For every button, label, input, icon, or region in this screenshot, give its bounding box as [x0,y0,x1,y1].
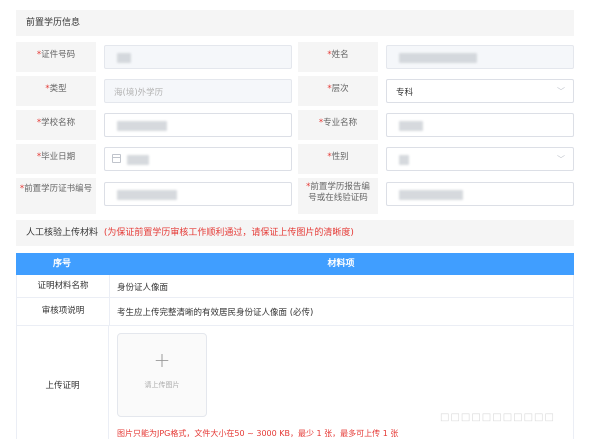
type-value: 海(境)外学历 [114,88,164,98]
level-label: *层次 [298,76,378,106]
watermark: □□□□□□□□□□□ [440,412,555,423]
materials-table-header: 序号 材料项 [16,253,574,275]
report-no-label: *前置学历报告编号或在线验证码 [298,178,378,214]
level-select[interactable]: 专科 ﹀ [386,79,574,103]
major-label: *专业名称 [298,110,378,140]
col-header-index: 序号 [52,259,71,269]
redacted-value [399,190,463,200]
cert-no-input[interactable] [104,182,292,206]
grad-date-label: *毕业日期 [16,144,96,174]
name-label: *姓名 [298,42,378,72]
image-upload-box[interactable]: + 请上传图片 [117,333,207,417]
redacted-value [127,155,149,165]
major-input[interactable] [386,113,574,137]
row-id-name: *证件号码 *姓名 [16,42,574,72]
manual-verify-section-title: 人工核验上传材料 (为保证前置学历审核工作顺利通过，请保证上传图片的清晰度) [16,220,574,246]
chevron-down-icon: ﹀ [557,87,565,96]
col-header-item: 材料项 [327,259,355,269]
redacted-value [117,121,167,131]
chevron-down-icon: ﹀ [557,155,565,164]
row-key: 上传证明 [17,326,109,439]
redacted-value [399,155,409,165]
row-value: 身份证人像面 [117,283,169,293]
redacted-value [399,53,477,63]
row-cert-report: *前置学历证书编号 *前置学历报告编号或在线验证码 [16,178,574,214]
name-input[interactable] [386,45,574,69]
row-key: 证明材料名称 [17,275,110,297]
plus-icon: + [153,348,171,372]
type-label: *类型 [16,76,96,106]
calendar-icon [112,154,121,163]
table-row: 审核项说明 考生应上传完整清晰的有效居民身份证人像面 (必传) [16,298,574,326]
row-value: 考生应上传完整清晰的有效居民身份证人像面 (必传) [117,308,314,318]
id-number-label: *证件号码 [16,42,96,72]
clarity-note: (为保证前置学历审核工作顺利通过，请保证上传图片的清晰度) [103,228,354,238]
school-input[interactable] [104,113,292,137]
row-key: 审核项说明 [17,298,110,325]
report-no-input[interactable] [386,182,574,206]
school-label: *学校名称 [16,110,96,140]
type-input[interactable]: 海(境)外学历 [104,79,292,103]
gender-select[interactable]: ﹀ [386,147,574,171]
prior-education-section-title: 前置学历信息 [16,10,574,36]
grad-date-picker[interactable] [104,147,292,171]
level-value: 专科 [396,88,414,98]
redacted-value [117,53,131,63]
gender-label: *性别 [298,144,378,174]
id-number-input[interactable] [104,45,292,69]
redacted-value [117,190,177,200]
redacted-value [399,121,423,131]
upload-label: 请上传图片 [144,381,180,389]
row-type-level: *类型 海(境)外学历 *层次 专科 ﹀ [16,76,574,106]
table-row: 证明材料名称 身份证人像面 [16,275,574,298]
cert-no-label: *前置学历证书编号 [16,178,96,214]
row-school-major: *学校名称 *专业名称 [16,110,574,140]
upload-hint: 图片只能为JPG格式，文件大小在50 ~ 3000 KB，最少 1 张，最多可上… [117,429,399,438]
row-date-gender: *毕业日期 *性别 ﹀ [16,144,574,174]
